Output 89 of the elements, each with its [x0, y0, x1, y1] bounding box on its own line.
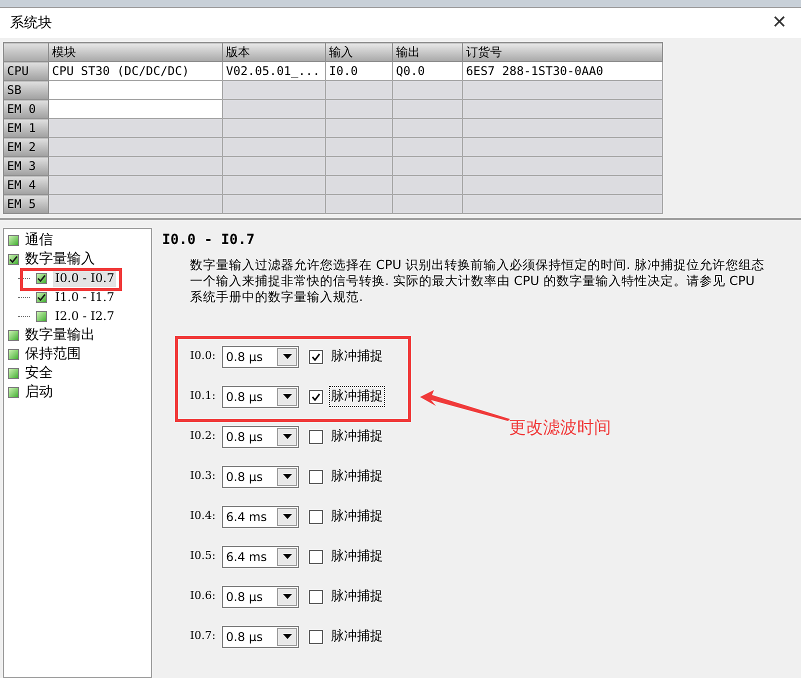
- caret-icon: [277, 548, 297, 566]
- checkbox[interactable]: [309, 350, 323, 364]
- table-cell: I0.0: [326, 62, 392, 80]
- section-heading: I0.0 - I0.7: [162, 231, 256, 250]
- tree-item[interactable]: 安全: [25, 365, 53, 382]
- input-label: I0.6:: [190, 588, 217, 604]
- input-label: I0.0:: [190, 348, 217, 364]
- row-header: EM 4: [4, 176, 48, 194]
- tree-item[interactable]: 通信: [25, 232, 53, 249]
- row-header: CPU: [4, 62, 48, 80]
- table-cell: [326, 156, 392, 176]
- caret-icon: [277, 468, 297, 486]
- column-header: 输入: [326, 42, 392, 62]
- caret-icon: [277, 628, 297, 646]
- filter-dropdown[interactable]: 6.4 ms: [222, 506, 299, 528]
- tree-item[interactable]: I2.0 - I2.7: [53, 308, 116, 325]
- table-cell: [326, 176, 392, 194]
- filter-dropdown[interactable]: 0.8 µs: [222, 346, 299, 368]
- filter-dropdown[interactable]: 0.8 µs: [222, 426, 299, 448]
- input-label: I0.4:: [190, 508, 217, 524]
- filter-dropdown[interactable]: 0.8 µs: [222, 466, 299, 488]
- checkbox[interactable]: [309, 470, 323, 484]
- annotation-text: 更改滤波时间: [509, 417, 611, 440]
- table-cell: [326, 118, 392, 138]
- checkbox-label[interactable]: 脉冲捕捉: [329, 586, 385, 608]
- table-cell: Q0.0: [392, 62, 462, 80]
- table-cell: [392, 176, 462, 194]
- input-label: I0.7:: [190, 628, 217, 644]
- checkbox-label[interactable]: 脉冲捕捉: [329, 346, 385, 368]
- filter-dropdown[interactable]: 0.8 µs: [222, 626, 299, 648]
- column-header: 订货号: [462, 42, 662, 62]
- row-header: SB: [4, 80, 48, 100]
- row-header: EM 3: [4, 156, 48, 176]
- description-text: 数字量输入过滤器允许您选择在 CPU 识别出转换前输入必须保持恒定的时间. 脉冲捕捉位允许您组态一个输入来捕捉非常快的信号转换. 实际的最大计数率由 CPU 的数字量输入特性决定。请参见 CPU 系统手册中的数字量输入规范.: [190, 257, 766, 305]
- checkbox[interactable]: [309, 430, 323, 444]
- checkbox[interactable]: [309, 550, 323, 564]
- checkbox[interactable]: [309, 590, 323, 604]
- window-title: 系统块: [10, 14, 52, 32]
- table-cell: 6ES7 288-1ST30-0AA0: [462, 62, 662, 80]
- filter-dropdown[interactable]: 0.8 µs: [222, 586, 299, 608]
- input-label: I0.1:: [190, 388, 217, 404]
- tree-item[interactable]: 数字量输出: [25, 327, 95, 344]
- table-cell: V02.05.01_...: [222, 62, 326, 80]
- caret-icon: [277, 588, 297, 606]
- row-header: EM 5: [4, 194, 48, 214]
- tree-item[interactable]: 保持范围: [25, 346, 81, 363]
- filter-dropdown[interactable]: 6.4 ms: [222, 546, 299, 568]
- table-cell: [392, 80, 462, 100]
- close-button[interactable]: ✕: [768, 14, 791, 32]
- input-label: I0.5:: [190, 548, 217, 564]
- caret-icon: [277, 348, 297, 366]
- row-header: EM 1: [4, 118, 48, 138]
- column-header: 模块: [48, 42, 222, 62]
- checkbox-label[interactable]: 脉冲捕捉: [329, 546, 385, 568]
- column-header: 版本: [222, 42, 326, 62]
- tree-item[interactable]: I1.0 - I1.7: [53, 289, 116, 306]
- table-cell: [392, 118, 462, 138]
- input-label: I0.3:: [190, 468, 217, 484]
- arrow-icon: [420, 390, 510, 422]
- row-header: EM 0: [4, 100, 48, 118]
- tree-item[interactable]: 数字量输入: [25, 251, 95, 268]
- input-label: I0.2:: [190, 428, 217, 444]
- checkbox[interactable]: [309, 390, 323, 404]
- checkbox[interactable]: [309, 510, 323, 524]
- table-cell: [392, 138, 462, 156]
- table-cell[interactable]: [48, 80, 222, 100]
- filter-dropdown[interactable]: 0.8 µs: [222, 386, 299, 408]
- table-cell: [326, 80, 392, 100]
- caret-icon: [277, 428, 297, 446]
- checkbox-label[interactable]: 脉冲捕捉: [329, 626, 385, 648]
- table-cell: [392, 156, 462, 176]
- table-cell: [392, 100, 462, 118]
- caret-icon: [277, 508, 297, 526]
- checkbox-label[interactable]: 脉冲捕捉: [329, 426, 385, 448]
- table-cell: [326, 100, 392, 118]
- table-cell: [326, 194, 392, 214]
- table-cell: [326, 138, 392, 156]
- table-cell[interactable]: CPU ST30 (DC/DC/DC): [48, 62, 222, 80]
- table-cell: [392, 194, 462, 214]
- tree-item[interactable]: I0.0 - I0.7: [53, 270, 116, 287]
- row-header: EM 2: [4, 138, 48, 156]
- column-header: 输出: [392, 42, 462, 62]
- caret-icon: [277, 388, 297, 406]
- checkbox[interactable]: [309, 630, 323, 644]
- checkbox-label[interactable]: 脉冲捕捉: [329, 386, 385, 408]
- table-cell[interactable]: [48, 100, 222, 118]
- tree-item[interactable]: 启动: [25, 384, 53, 401]
- checkbox-label[interactable]: 脉冲捕捉: [329, 466, 385, 488]
- checkbox-label[interactable]: 脉冲捕捉: [329, 506, 385, 528]
